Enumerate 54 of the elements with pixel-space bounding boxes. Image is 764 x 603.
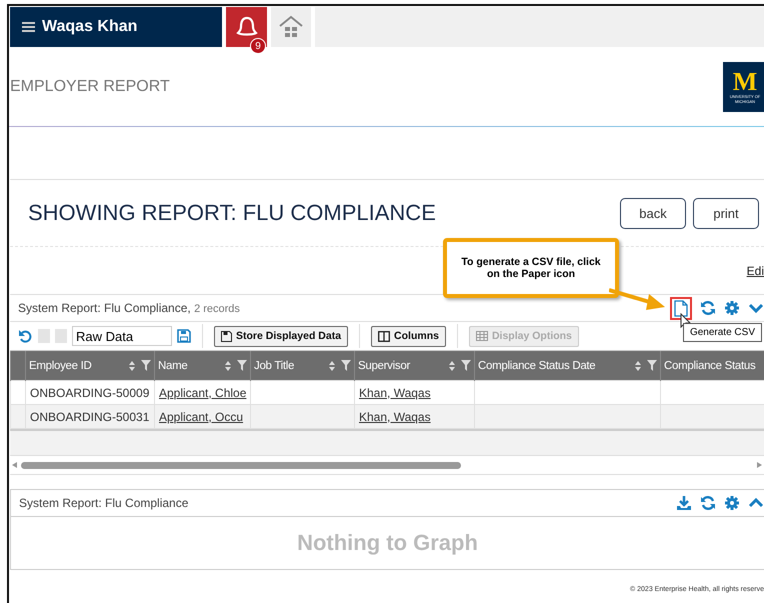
menu-icon (22, 21, 35, 33)
sort-icon[interactable] (448, 360, 456, 372)
view-name-field[interactable]: Raw Data (72, 326, 172, 346)
sort-icon[interactable] (634, 360, 642, 372)
column-header[interactable]: Compliance Status Date (474, 351, 660, 380)
refresh-icon[interactable] (700, 300, 716, 316)
columns-icon (378, 330, 390, 342)
download-icon[interactable] (676, 495, 692, 511)
chevron-down-icon[interactable] (748, 302, 764, 314)
scroll-right-icon[interactable] (757, 462, 762, 468)
user-menu[interactable]: Waqas Khan (10, 7, 222, 47)
notification-count: 9 (250, 38, 266, 54)
report-action-button[interactable]: print (693, 198, 759, 228)
column-header[interactable]: Employee ID (26, 351, 154, 380)
report-action-button[interactable]: back (620, 198, 686, 228)
column-header[interactable]: Compliance Status (660, 351, 764, 380)
table-cell: ONBOARDING-50009 (26, 380, 154, 404)
bell-icon (234, 16, 258, 38)
grid-title: System Report: Flu Compliance, 2 records (18, 301, 240, 315)
toolbar-button[interactable]: Store Displayed Data (214, 326, 348, 346)
home-button[interactable] (271, 7, 311, 47)
home-icon (278, 15, 304, 39)
callout: To generate a CSV file, click on the Paper icon (443, 238, 619, 298)
settings-icon[interactable] (724, 495, 740, 511)
page-title: EMPLOYER REPORT (10, 78, 170, 96)
grid-icon (476, 331, 488, 341)
toolbar-button[interactable]: Columns (371, 326, 446, 346)
filter-icon[interactable] (647, 360, 657, 371)
refresh-icon[interactable] (700, 495, 716, 511)
filter-icon[interactable] (341, 360, 351, 371)
edit-link[interactable]: Edi (746, 264, 764, 278)
column-header[interactable]: Supervisor (354, 351, 474, 380)
column-header[interactable]: Job Title (250, 351, 354, 380)
save-icon (221, 330, 232, 342)
scroll-left-icon[interactable] (12, 462, 17, 468)
table-cell: ONBOARDING-50031 (26, 404, 154, 428)
chart-panel-title: System Report: Flu Compliance (19, 496, 188, 510)
report-title: SHOWING REPORT: FLU COMPLIANCE (28, 200, 436, 226)
settings-icon[interactable] (724, 300, 740, 316)
tooltip: Generate CSV (682, 323, 762, 342)
sort-icon[interactable] (128, 360, 136, 372)
empty-chart-message: Nothing to Graph (297, 530, 478, 556)
filter-icon[interactable] (237, 360, 247, 371)
callout-arrow (609, 286, 665, 312)
undo-icon[interactable] (18, 328, 33, 344)
sort-icon[interactable] (328, 360, 336, 372)
user-name: Waqas Khan (42, 18, 138, 36)
save-icon[interactable] (177, 329, 191, 343)
filter-icon[interactable] (141, 360, 151, 371)
filter-icon[interactable] (461, 360, 471, 371)
column-header[interactable]: Name (154, 351, 250, 380)
chevron-up-icon[interactable] (748, 497, 764, 509)
sort-icon[interactable] (224, 360, 232, 372)
scrollbar-thumb[interactable] (21, 462, 461, 468)
